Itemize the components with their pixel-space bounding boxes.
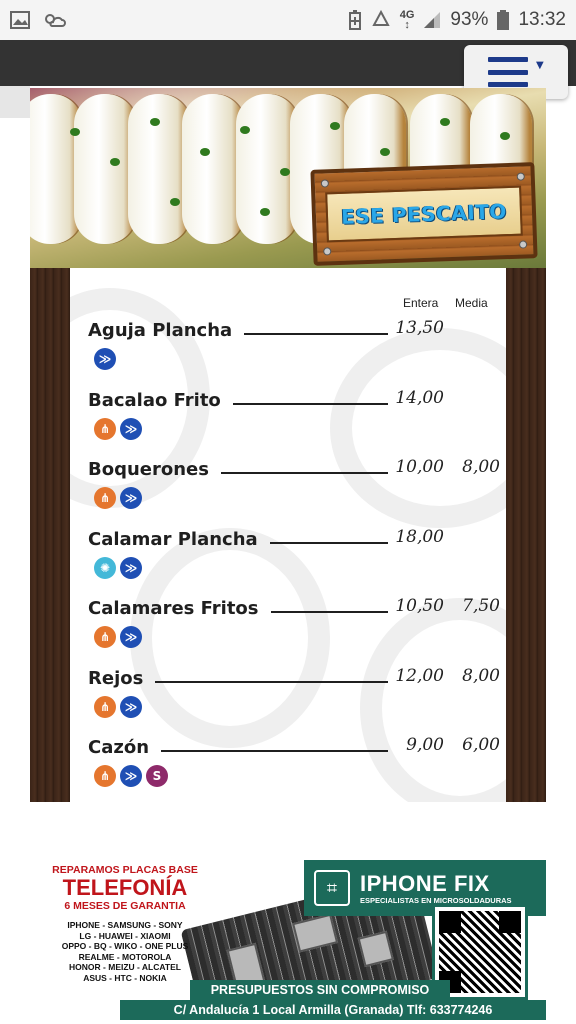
column-header-media: Media: [455, 296, 488, 310]
advertisement-banner[interactable]: REPARAMOS PLACAS BASE TELEFONÍA 6 MESES …: [40, 860, 546, 1020]
price-media: 8,00: [462, 457, 500, 477]
fish-allergen-icon: ≫: [120, 556, 142, 579]
ad-text-block: REPARAMOS PLACAS BASE TELEFONÍA 6 MESES …: [40, 860, 210, 1020]
price-entera: 10,50: [395, 596, 444, 616]
allergen-icons: ⋔ ≫: [94, 487, 142, 509]
fish-allergen-icon: ≫: [120, 695, 142, 718]
menu-item: Aguja Plancha 13,50 ≫: [88, 318, 518, 380]
price-media: 7,50: [462, 596, 500, 616]
allergen-icons: ⋔ ≫: [94, 695, 142, 718]
fish-allergen-icon: ≫: [120, 626, 142, 648]
menu-item-name: Boquerones: [88, 459, 209, 480]
ad-brand-name: IPHONE FIX: [360, 870, 490, 896]
ad-line-2: TELEFONÍA: [62, 875, 188, 900]
battery-icon: [497, 10, 510, 30]
header-shadow: [0, 86, 30, 118]
title-sign: ESE PESCAITO: [310, 162, 538, 266]
menu-item-name: Cazón: [88, 737, 150, 758]
status-bar: 4G ↕ 93% 13:32: [0, 0, 576, 40]
menu-item: Cazón 9,00 6,00 ⋔ ≫ S: [88, 735, 518, 797]
menu-item: Calamar Plancha 18,00 ✺ ≫: [88, 526, 518, 589]
caret-down-icon: ▼: [536, 59, 544, 71]
price-entera: 9,00: [406, 735, 444, 755]
gluten-allergen-icon: ⋔: [94, 487, 116, 509]
menu-item: Bacalao Frito 14,00 ⋔ ≫: [88, 387, 518, 450]
weather-notification-icon: [45, 14, 66, 27]
food-shape: [128, 94, 190, 244]
allergen-icons: ⋔ ≫: [94, 417, 142, 440]
price-media: 6,00: [462, 735, 500, 755]
menu-item: Calamares Fritos 10,50 7,50 ⋔ ≫: [88, 596, 518, 658]
hamburger-icon: [488, 57, 528, 87]
column-header-entera: Entera: [403, 296, 439, 310]
price-entera: 18,00: [395, 526, 444, 547]
fish-allergen-icon: ≫: [120, 487, 142, 509]
fish-allergen-icon: ≫: [94, 348, 116, 370]
fish-allergen-icon: ≫: [120, 417, 142, 440]
menu-item-name: Calamar Plancha: [88, 528, 258, 550]
page: 4G ↕ 93% 13:32 ▼ ESE PESCAITO Entera Med…: [0, 0, 576, 1024]
gluten-allergen-icon: ⋔: [94, 695, 116, 718]
circuit-logo-icon: ⌗: [314, 870, 350, 906]
image-notification-icon: [10, 11, 30, 29]
ad-quote-line: PRESUPUESTOS SIN COMPROMISO: [190, 980, 450, 1000]
allergen-icons: ✺ ≫: [94, 556, 142, 579]
menu-item: Boquerones 10,00 8,00 ⋔ ≫: [88, 457, 518, 519]
menu-item: Rejos 12,00 8,00 ⋔ ≫: [88, 665, 518, 728]
gluten-allergen-icon: ⋔: [94, 626, 116, 648]
crustacean-allergen-icon: ✺: [94, 556, 116, 579]
food-shape: [74, 94, 136, 244]
recycle-icon: [372, 10, 390, 26]
gluten-allergen-icon: ⋔: [94, 765, 116, 787]
sulphites-allergen-icon: S: [146, 765, 168, 787]
price-entera: 14,00: [395, 387, 444, 408]
battery-saver-icon: [348, 10, 361, 30]
allergen-icons: ⋔ ≫ S: [94, 765, 168, 787]
allergen-icons: ⋔ ≫: [94, 626, 142, 648]
menu-item-name: Rejos: [88, 667, 144, 689]
price-entera: 10,00: [395, 457, 444, 477]
clock: 13:32: [518, 9, 566, 30]
menu-item-name: Bacalao Frito: [88, 389, 221, 411]
menu-item-name: Calamares Fritos: [88, 598, 259, 619]
section-title: ESE PESCAITO: [340, 199, 508, 229]
hero-image: ESE PESCAITO: [30, 88, 546, 268]
network-type-label: 4G ↕: [399, 9, 415, 31]
fish-allergen-icon: ≫: [120, 765, 142, 787]
price-media: 8,00: [462, 665, 500, 686]
gluten-allergen-icon: ⋔: [94, 417, 116, 440]
wood-frame-left: [30, 268, 70, 802]
menu-item-name: Aguja Plancha: [88, 320, 233, 341]
price-entera: 12,00: [395, 665, 444, 686]
ad-brand-list: IPHONE - SAMSUNG - SONY LG - HUAWEI - XI…: [61, 920, 189, 983]
ad-address-line: C/ Andalucía 1 Local Armilla (Granada) T…: [120, 1000, 546, 1020]
allergen-icons: ≫: [94, 348, 116, 370]
signal-icon: [424, 12, 441, 28]
food-shape: [182, 94, 244, 244]
battery-percent: 93%: [450, 9, 489, 30]
ad-line-3: 6 MESES DE GARANTIA: [64, 900, 186, 912]
price-entera: 13,50: [395, 318, 444, 338]
